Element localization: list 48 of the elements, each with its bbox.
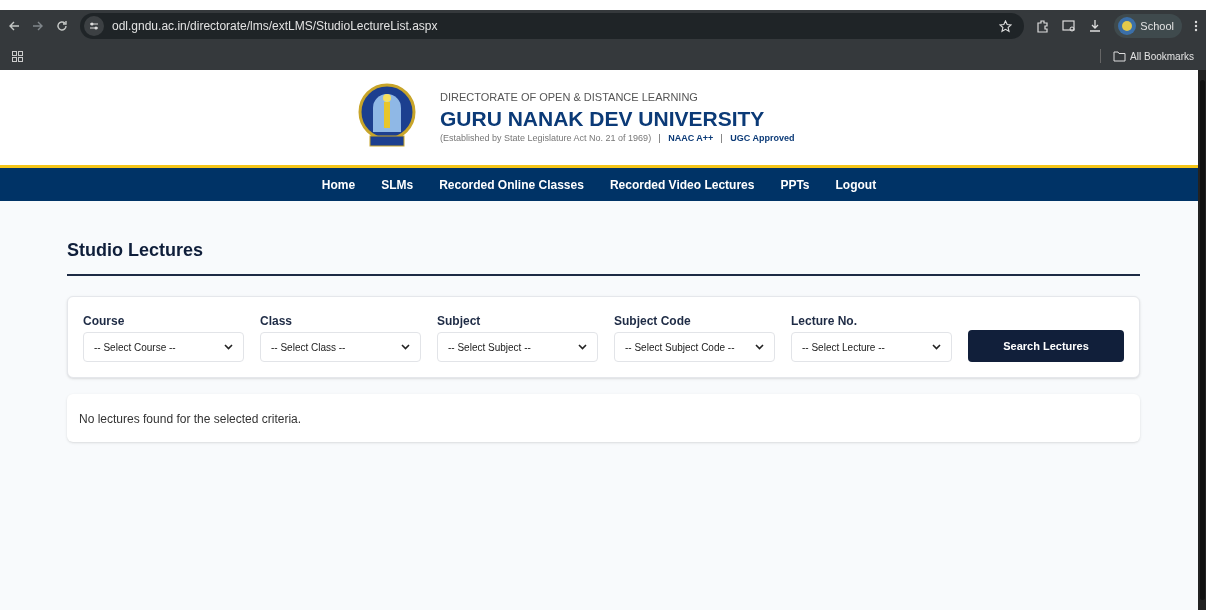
select-field[interactable]: -- Select Course -- <box>83 332 244 362</box>
extensions-icon[interactable] <box>1036 19 1051 33</box>
chevron-icon <box>401 344 410 350</box>
bookmarks-label: All Bookmarks <box>1130 49 1194 64</box>
field-label: Subject <box>437 313 482 330</box>
profile-chip[interactable]: School <box>1114 14 1182 38</box>
download-icon[interactable] <box>1088 19 1103 33</box>
field-label: Lecture No. <box>791 313 858 330</box>
directorate-label: DIRECTORATE OF OPEN & DISTANCE LEARNING <box>440 90 699 106</box>
address-bar[interactable]: odl.gndu.ac.in/directorate/lms/extLMS/StudioLectureList.aspx <box>80 13 1025 39</box>
apps-icon[interactable] <box>12 50 23 62</box>
nav-link[interactable]: Home <box>321 175 356 194</box>
scrollbar-thumb[interactable] <box>1199 80 1205 600</box>
accreditation-label: NAAC A++ <box>668 132 714 146</box>
nav-link[interactable]: Logout <box>835 175 877 194</box>
back-icon[interactable] <box>8 20 20 32</box>
folder-icon <box>1113 50 1127 62</box>
field-label: Subject Code <box>614 313 692 330</box>
university-name: GURU NANAK DEV UNIVERSITY <box>440 105 766 132</box>
nav-link[interactable]: Recorded Video Lectures <box>609 175 755 194</box>
field-label: Course <box>83 313 126 330</box>
field-label: Class <box>260 313 294 330</box>
chevron-icon <box>932 344 941 350</box>
accreditation-label: UGC Approved <box>730 132 795 146</box>
reload-icon[interactable] <box>56 20 68 32</box>
bookmarks-folder[interactable]: All Bookmarks <box>1113 48 1194 64</box>
menu-icon[interactable] <box>1194 20 1198 32</box>
reading-icon[interactable] <box>1062 19 1077 33</box>
star-icon[interactable] <box>999 19 1013 33</box>
page-title: Studio Lectures <box>67 237 1140 276</box>
empty-message: No lectures found for the selected criteria. <box>79 412 302 426</box>
avatar-icon <box>1118 17 1137 35</box>
select-field[interactable]: -- Select Class -- <box>260 332 421 362</box>
chevron-icon <box>755 344 764 350</box>
nav-link[interactable]: PPTs <box>780 175 810 194</box>
search-button[interactable]: Search Lectures <box>968 330 1124 362</box>
profile-name: School <box>1140 18 1175 34</box>
url-text: odl.gndu.ac.in/directorate/lms/extLMS/StudioLectureList.aspx <box>112 18 439 35</box>
select-field[interactable]: -- Select Subject Code -- <box>614 332 775 362</box>
established-note: (Established by State Legislature Act No. 21 of 1969) <box>440 132 652 146</box>
forward-icon[interactable] <box>32 20 44 32</box>
chevron-icon <box>578 344 587 350</box>
nav-link[interactable]: Recorded Online Classes <box>439 175 584 194</box>
select-field[interactable]: -- Select Subject -- <box>437 332 598 362</box>
chevron-icon <box>224 344 233 350</box>
select-field[interactable]: -- Select Lecture -- <box>791 332 952 362</box>
nav-link[interactable]: SLMs <box>381 175 414 194</box>
site-settings-icon[interactable] <box>84 16 104 36</box>
